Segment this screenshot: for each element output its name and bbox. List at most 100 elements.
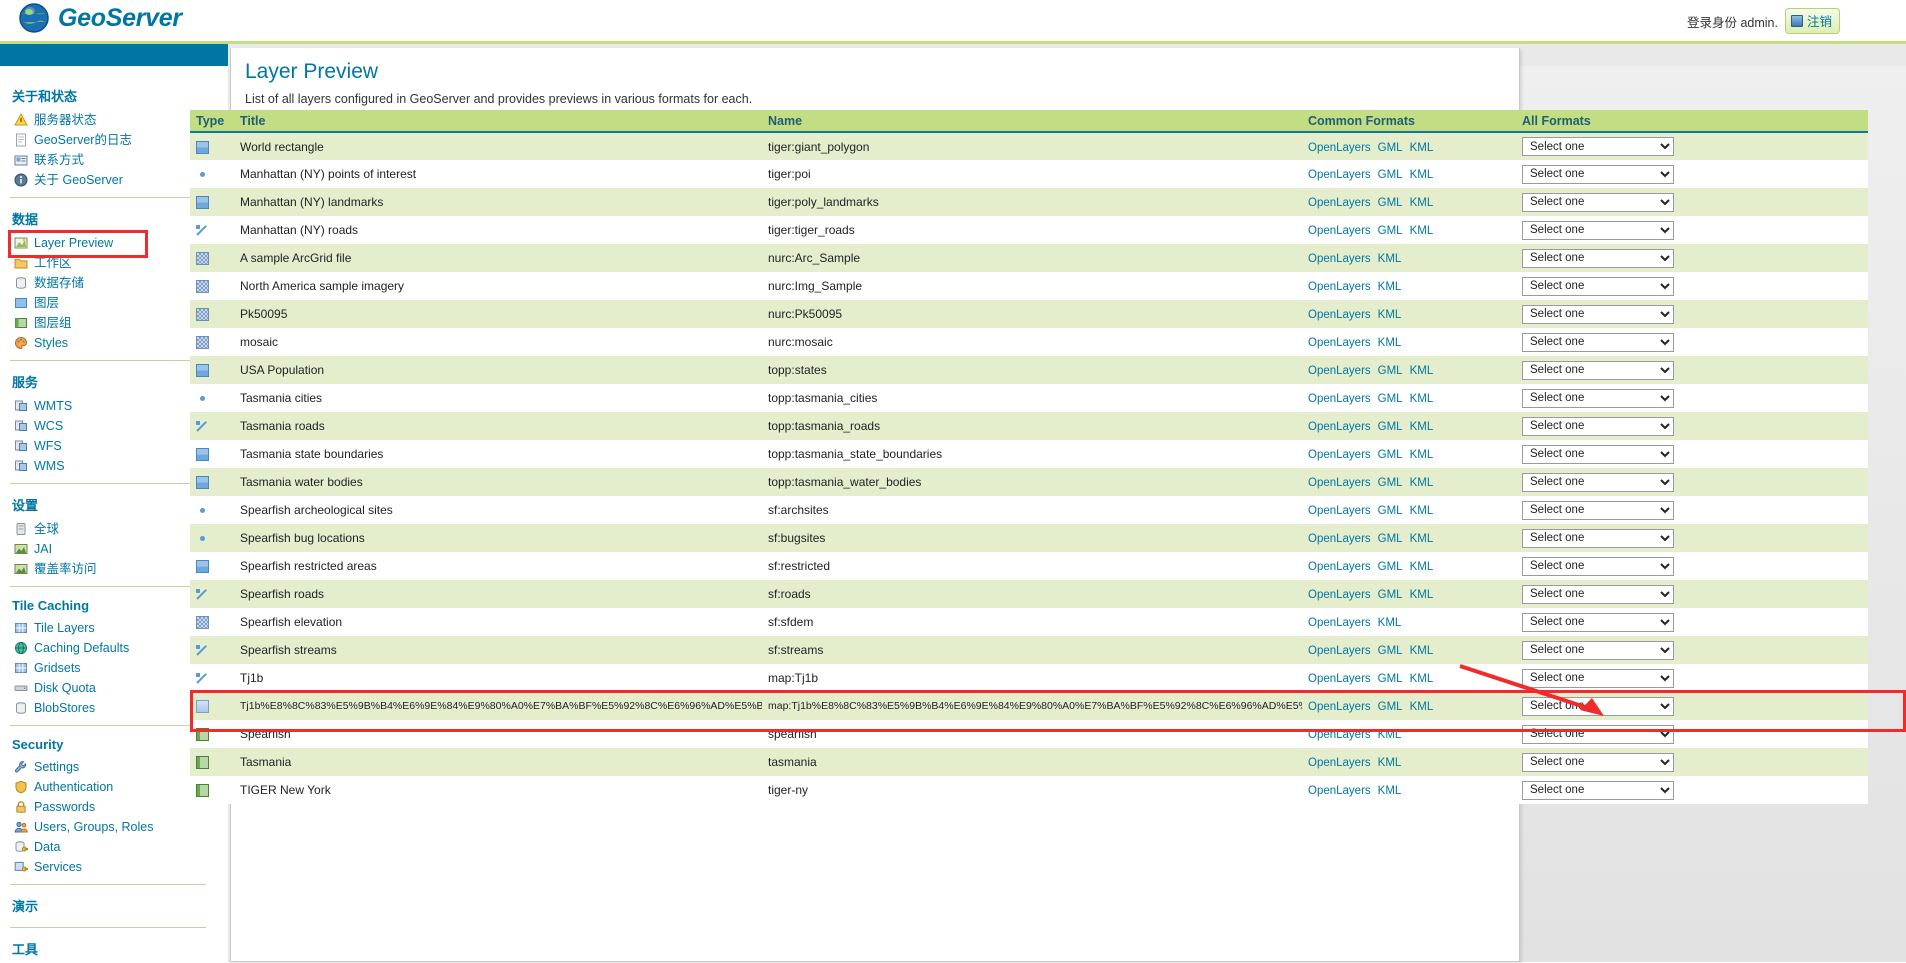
- all-formats-select[interactable]: Select one: [1522, 528, 1674, 548]
- format-link-gml[interactable]: GML: [1378, 421, 1403, 433]
- format-link-kml[interactable]: KML: [1410, 365, 1434, 377]
- cell-common-formats: OpenLayers KML: [1302, 720, 1516, 748]
- format-link-kml[interactable]: KML: [1378, 785, 1402, 797]
- format-link-kml[interactable]: KML: [1410, 673, 1434, 685]
- document-icon: [16, 133, 26, 147]
- format-link-openlayers[interactable]: OpenLayers: [1308, 393, 1371, 405]
- all-formats-select[interactable]: Select one: [1522, 696, 1674, 716]
- format-link-gml[interactable]: GML: [1378, 645, 1403, 657]
- format-link-gml[interactable]: GML: [1378, 505, 1403, 517]
- format-link-kml[interactable]: KML: [1378, 309, 1402, 321]
- cell-common-formats: OpenLayers GML KML: [1302, 356, 1516, 384]
- format-link-gml[interactable]: GML: [1378, 197, 1403, 209]
- format-link-kml[interactable]: KML: [1410, 505, 1434, 517]
- all-formats-select[interactable]: Select one: [1522, 276, 1674, 296]
- format-link-openlayers[interactable]: OpenLayers: [1308, 253, 1371, 265]
- format-link-gml[interactable]: GML: [1378, 449, 1403, 461]
- format-link-openlayers[interactable]: OpenLayers: [1308, 421, 1371, 433]
- all-formats-select[interactable]: Select one: [1522, 612, 1674, 632]
- format-link-openlayers[interactable]: OpenLayers: [1308, 225, 1371, 237]
- format-link-kml[interactable]: KML: [1410, 393, 1434, 405]
- format-link-kml[interactable]: KML: [1378, 253, 1402, 265]
- all-formats-select[interactable]: Select one: [1522, 192, 1674, 212]
- format-link-kml[interactable]: KML: [1378, 337, 1402, 349]
- format-link-kml[interactable]: KML: [1410, 701, 1434, 713]
- format-link-openlayers[interactable]: OpenLayers: [1308, 589, 1371, 601]
- server-icon: [16, 523, 26, 535]
- column-header-name[interactable]: Name: [762, 110, 1302, 133]
- all-formats-select[interactable]: Select one: [1522, 668, 1674, 688]
- format-link-kml[interactable]: KML: [1378, 281, 1402, 293]
- all-formats-select[interactable]: Select one: [1522, 416, 1674, 436]
- format-link-openlayers[interactable]: OpenLayers: [1308, 533, 1371, 545]
- all-formats-select[interactable]: Select one: [1522, 472, 1674, 492]
- format-link-kml[interactable]: KML: [1410, 421, 1434, 433]
- format-link-gml[interactable]: GML: [1378, 393, 1403, 405]
- format-link-kml[interactable]: KML: [1410, 645, 1434, 657]
- format-link-kml[interactable]: KML: [1410, 197, 1434, 209]
- service-icon: [15, 400, 27, 411]
- all-formats-select[interactable]: Select one: [1522, 164, 1674, 184]
- format-link-gml[interactable]: GML: [1378, 225, 1403, 237]
- format-link-kml[interactable]: KML: [1410, 225, 1434, 237]
- format-link-kml[interactable]: KML: [1410, 561, 1434, 573]
- format-link-kml[interactable]: KML: [1410, 533, 1434, 545]
- brand[interactable]: GeoServer: [18, 2, 182, 34]
- format-link-openlayers[interactable]: OpenLayers: [1308, 309, 1371, 321]
- format-link-openlayers[interactable]: OpenLayers: [1308, 337, 1371, 349]
- all-formats-select[interactable]: Select one: [1522, 780, 1674, 800]
- format-link-gml[interactable]: GML: [1378, 365, 1403, 377]
- format-link-openlayers[interactable]: OpenLayers: [1308, 673, 1371, 685]
- format-link-kml[interactable]: KML: [1410, 142, 1434, 154]
- format-link-openlayers[interactable]: OpenLayers: [1308, 169, 1371, 181]
- format-link-openlayers[interactable]: OpenLayers: [1308, 757, 1371, 769]
- column-header-type[interactable]: Type: [190, 110, 234, 133]
- all-formats-select[interactable]: Select one: [1522, 248, 1674, 268]
- format-link-gml[interactable]: GML: [1378, 589, 1403, 601]
- all-formats-select[interactable]: Select one: [1522, 220, 1674, 240]
- format-link-kml[interactable]: KML: [1410, 589, 1434, 601]
- sidebar-item-label: WCS: [34, 419, 64, 433]
- format-link-openlayers[interactable]: OpenLayers: [1308, 729, 1371, 741]
- all-formats-select[interactable]: Select one: [1522, 137, 1674, 156]
- logout-button[interactable]: 注销: [1784, 8, 1840, 34]
- format-link-kml[interactable]: KML: [1410, 477, 1434, 489]
- cell-title: Manhattan (NY) roads: [234, 216, 762, 244]
- format-link-openlayers[interactable]: OpenLayers: [1308, 617, 1371, 629]
- format-link-openlayers[interactable]: OpenLayers: [1308, 561, 1371, 573]
- format-link-kml[interactable]: KML: [1378, 617, 1402, 629]
- all-formats-select[interactable]: Select one: [1522, 584, 1674, 604]
- all-formats-select[interactable]: Select one: [1522, 556, 1674, 576]
- format-link-gml[interactable]: GML: [1378, 701, 1403, 713]
- format-link-kml[interactable]: KML: [1410, 449, 1434, 461]
- format-link-gml[interactable]: GML: [1378, 169, 1403, 181]
- format-link-openlayers[interactable]: OpenLayers: [1308, 505, 1371, 517]
- all-formats-select[interactable]: Select one: [1522, 444, 1674, 464]
- format-link-openlayers[interactable]: OpenLayers: [1308, 197, 1371, 209]
- format-link-gml[interactable]: GML: [1378, 673, 1403, 685]
- format-link-openlayers[interactable]: OpenLayers: [1308, 785, 1371, 797]
- all-formats-select[interactable]: Select one: [1522, 724, 1674, 744]
- format-link-gml[interactable]: GML: [1378, 533, 1403, 545]
- all-formats-select[interactable]: Select one: [1522, 360, 1674, 380]
- format-link-kml[interactable]: KML: [1410, 169, 1434, 181]
- column-header-title[interactable]: Title: [234, 110, 762, 133]
- format-link-kml[interactable]: KML: [1378, 757, 1402, 769]
- format-link-gml[interactable]: GML: [1378, 477, 1403, 489]
- format-link-openlayers[interactable]: OpenLayers: [1308, 701, 1371, 713]
- all-formats-select[interactable]: Select one: [1522, 388, 1674, 408]
- format-link-gml[interactable]: GML: [1378, 142, 1403, 154]
- all-formats-select[interactable]: Select one: [1522, 304, 1674, 324]
- all-formats-select[interactable]: Select one: [1522, 500, 1674, 520]
- format-link-openlayers[interactable]: OpenLayers: [1308, 645, 1371, 657]
- format-link-openlayers[interactable]: OpenLayers: [1308, 281, 1371, 293]
- format-link-openlayers[interactable]: OpenLayers: [1308, 365, 1371, 377]
- all-formats-select[interactable]: Select one: [1522, 752, 1674, 772]
- format-link-openlayers[interactable]: OpenLayers: [1308, 477, 1371, 489]
- format-link-gml[interactable]: GML: [1378, 561, 1403, 573]
- format-link-openlayers[interactable]: OpenLayers: [1308, 142, 1371, 154]
- all-formats-select[interactable]: Select one: [1522, 640, 1674, 660]
- format-link-openlayers[interactable]: OpenLayers: [1308, 449, 1371, 461]
- format-link-kml[interactable]: KML: [1378, 729, 1402, 741]
- all-formats-select[interactable]: Select one: [1522, 332, 1674, 352]
